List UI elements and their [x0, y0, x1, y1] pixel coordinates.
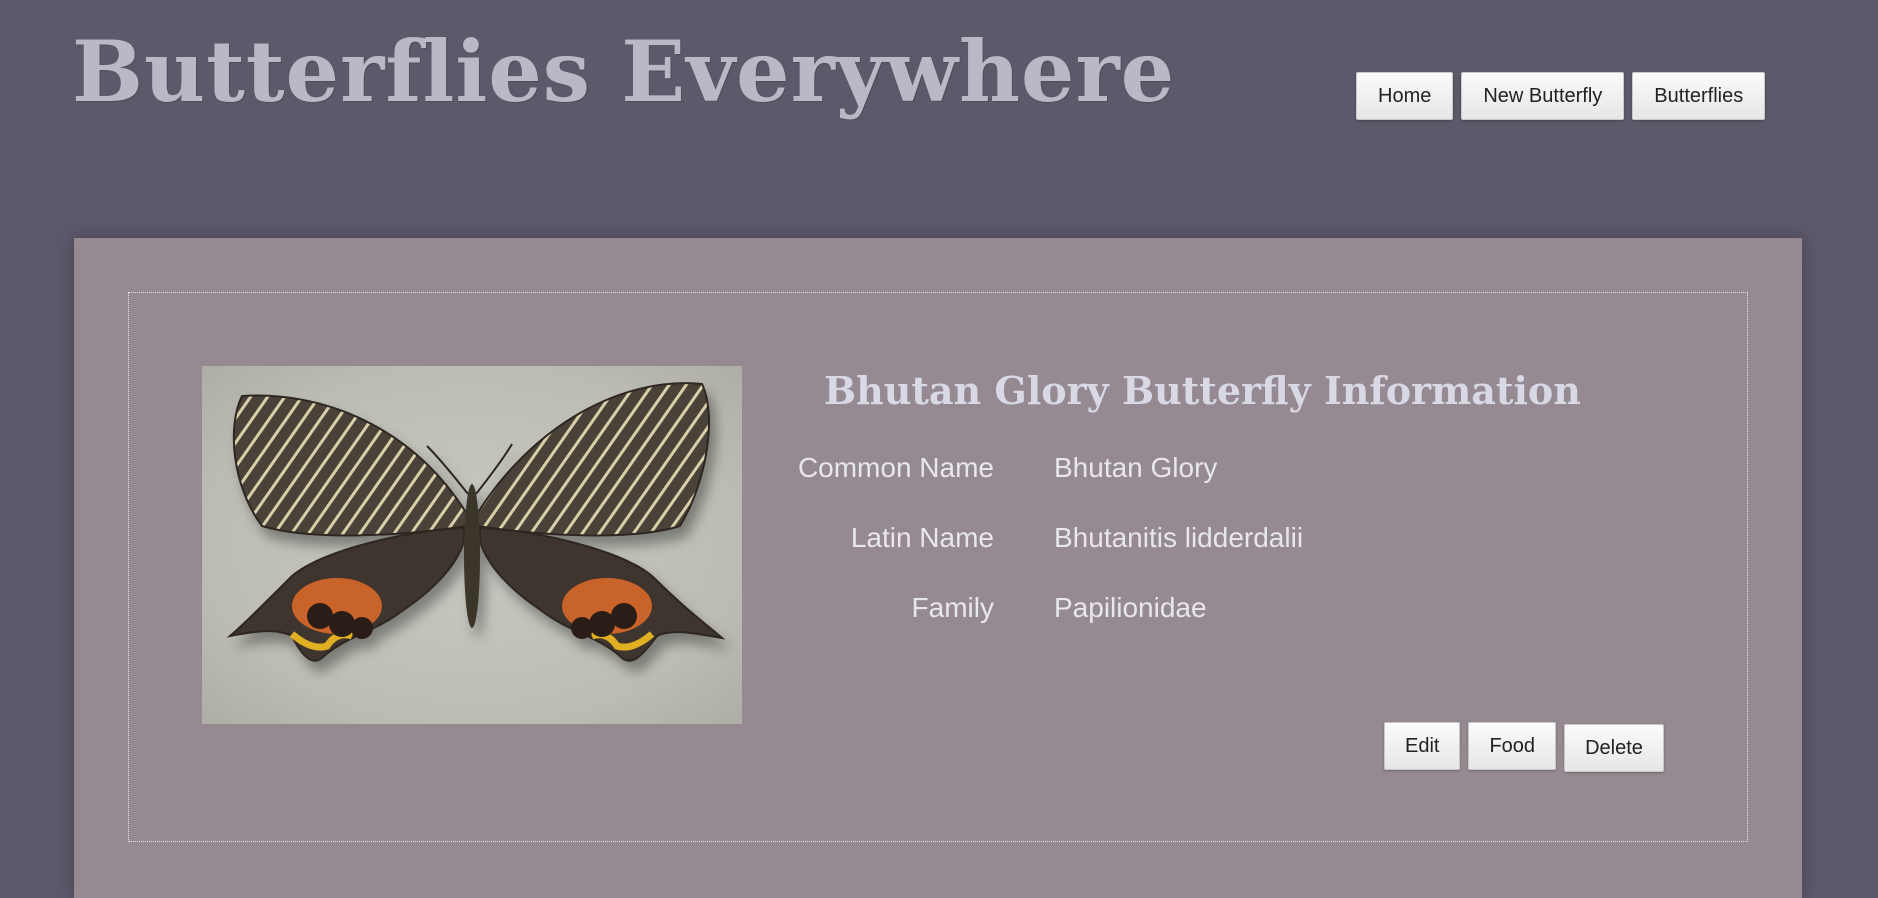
- common-name-row: Common Name Bhutan Glory: [798, 452, 1524, 488]
- latin-name-row: Latin Name Bhutanitis lidderdalii: [824, 522, 1524, 558]
- food-button[interactable]: Food: [1468, 722, 1557, 770]
- butterfly-detail-panel: Bhutan Glory Butterfly Information Commo…: [74, 238, 1802, 898]
- butterfly-photo: [202, 366, 742, 724]
- latin-name-value: Bhutanitis lidderdalii: [1054, 522, 1304, 553]
- family-label: Family: [911, 592, 994, 623]
- butterflies-button[interactable]: Butterflies: [1632, 72, 1766, 120]
- detail-title: Bhutan Glory Butterfly Information: [824, 368, 1581, 413]
- family-value: Papilionidae: [1054, 592, 1207, 623]
- latin-name-label: Latin Name: [850, 522, 994, 553]
- detail-actions: Edit Food Delete: [1384, 722, 1664, 772]
- common-name-value: Bhutan Glory: [1054, 452, 1218, 483]
- family-row: Family Papilionidae: [824, 592, 1524, 628]
- home-button[interactable]: Home: [1356, 72, 1454, 120]
- main-nav: Home New Butterfly Butterflies: [1356, 72, 1766, 120]
- delete-button[interactable]: Delete: [1564, 724, 1664, 772]
- common-name-label: Common Name: [797, 452, 994, 483]
- edit-button[interactable]: Edit: [1384, 722, 1461, 770]
- site-title: Butterflies Everywhere: [72, 22, 1176, 121]
- new-butterfly-button[interactable]: New Butterfly: [1461, 72, 1625, 120]
- butterfly-image: [226, 382, 726, 662]
